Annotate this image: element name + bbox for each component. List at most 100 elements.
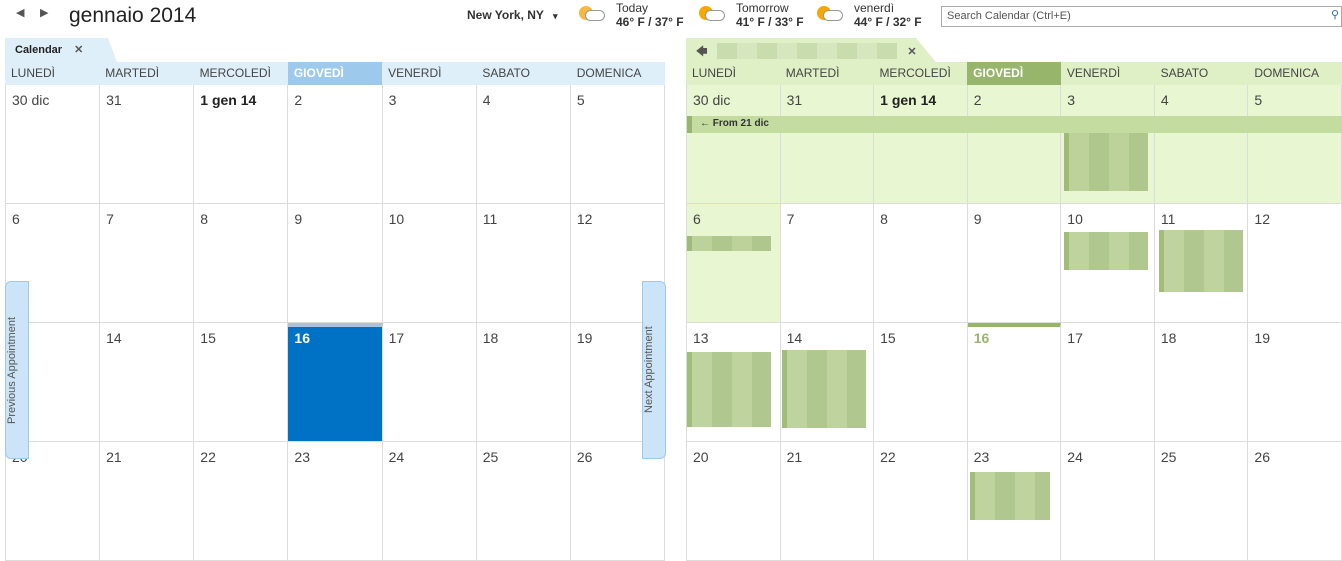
next-month-button[interactable]: ▶ [40, 6, 48, 19]
day-cell[interactable]: 9 [288, 204, 383, 323]
weather-2[interactable]: venerdì 44° F / 32° F [815, 0, 925, 32]
day-number: 26 [1254, 449, 1270, 465]
day-cell[interactable]: 8 [874, 204, 968, 323]
day-cell[interactable]: 17 [1061, 323, 1155, 442]
day-number: 19 [1254, 330, 1270, 346]
day-cell[interactable]: 31 [780, 85, 875, 204]
day-cell[interactable]: 21 [100, 442, 195, 561]
day-cell[interactable]: 30 dic [6, 85, 101, 204]
day-cell[interactable]: 7 [780, 204, 875, 323]
weekday-3: GIOVEDÌ [287, 62, 383, 85]
day-number: 18 [1160, 330, 1177, 346]
day-cell[interactable]: 12 [1248, 204, 1342, 323]
calendar-event[interactable] [687, 236, 771, 251]
search-icon[interactable]: ⚲ [1331, 8, 1339, 21]
day-cell[interactable]: 22 [874, 442, 968, 561]
day-cell[interactable]: 19 [1248, 323, 1342, 442]
day-cell[interactable]: 15 [874, 323, 968, 442]
calendar-event[interactable] [970, 472, 1050, 520]
previous-month-button[interactable]: ◀ [16, 6, 24, 19]
day-cell[interactable]: 4 [1154, 85, 1249, 204]
day-number: 6 [12, 211, 20, 227]
calendar-event[interactable] [1159, 230, 1243, 292]
day-cell[interactable]: 2 [967, 85, 1062, 204]
day-number: 3 [1067, 92, 1076, 108]
calendar-event[interactable] [687, 352, 771, 427]
day-number: 1 gen 14 [880, 92, 937, 108]
day-cell[interactable]: 4 [476, 85, 571, 204]
day-cell[interactable]: 31 [100, 85, 195, 204]
day-cell[interactable]: 25 [1154, 442, 1249, 561]
day-number: 14 [786, 330, 803, 346]
day-number: 25 [1160, 449, 1177, 465]
day-cell[interactable]: 11 [476, 204, 571, 323]
day-cell[interactable]: 15 [194, 323, 289, 442]
day-number: 31 [786, 92, 803, 108]
day-cell[interactable]: 25 [476, 442, 571, 561]
next-appointment-button[interactable]: Next Appointment [642, 281, 666, 459]
day-number: 16 [294, 330, 310, 346]
day-cell[interactable]: 23 [288, 442, 383, 561]
day-cell[interactable]: 9 [967, 204, 1062, 323]
banner-label: From 21 dic [712, 118, 769, 129]
calendar-event[interactable] [1064, 232, 1148, 270]
weekday-header: LUNEDÌ MARTEDÌ MERCOLEDÌ GIOVEDÌ VENERDÌ SABA… [686, 62, 1342, 85]
calendar-event[interactable] [782, 350, 866, 428]
day-cell[interactable]: 1 gen 14 [194, 85, 289, 204]
close-icon[interactable]: ✕ [907, 46, 916, 58]
day-cell[interactable]: 18 [1154, 323, 1249, 442]
close-icon[interactable]: ✕ [74, 44, 83, 56]
day-cell[interactable]: 3 [382, 85, 477, 204]
day-cell[interactable]: 24 [1061, 442, 1155, 561]
day-cell[interactable]: 26 [570, 442, 665, 561]
day-cell[interactable]: 5 [1248, 85, 1342, 204]
day-cell[interactable]: 16 [967, 323, 1062, 442]
day-cell[interactable]: 2 [288, 85, 383, 204]
weekday-header: LUNEDÌ MARTEDÌ MERCOLEDÌ GIOVEDÌ VENERDÌ SABA… [5, 62, 665, 85]
day-number: 20 [693, 449, 709, 465]
day-number: 4 [482, 92, 491, 108]
day-cell[interactable]: 20 [6, 442, 101, 561]
location-selector[interactable]: New York, NY ▾ [467, 8, 558, 22]
day-cell[interactable]: 16 [288, 323, 383, 442]
next-appointment-label: Next Appointment [643, 326, 655, 414]
tab-shared-calendar[interactable]: 🡄 ✕ [686, 38, 936, 62]
day-cell[interactable]: 5 [570, 85, 665, 204]
day-cell[interactable]: 14 [100, 323, 195, 442]
day-cell[interactable]: 20 [687, 442, 781, 561]
calendar-event[interactable] [1064, 133, 1148, 191]
day-number: 22 [200, 449, 216, 465]
day-cell[interactable]: 6 [687, 204, 781, 323]
day-cell[interactable]: 30 dic [687, 85, 781, 204]
day-number: 19 [576, 330, 593, 346]
weather-temps: 41° F / 33° F [736, 15, 804, 29]
arrow-left-icon[interactable]: 🡄 [696, 46, 707, 58]
day-number: 9 [294, 211, 303, 227]
day-cell[interactable]: 10 [382, 204, 477, 323]
day-cell[interactable]: 1 gen 14 [874, 85, 968, 204]
day-cell[interactable]: 18 [476, 323, 571, 442]
day-number: 25 [482, 449, 499, 465]
day-cell[interactable]: 22 [194, 442, 289, 561]
tab-calendar[interactable]: Calendar ✕ [5, 38, 117, 62]
day-cell[interactable]: 17 [382, 323, 477, 442]
weather-0[interactable]: Today 46° F / 37° F [577, 0, 687, 32]
sun-cloud-icon [697, 4, 727, 24]
day-cell[interactable]: 21 [780, 442, 875, 561]
previous-appointment-button[interactable]: Previous Appointment [5, 281, 29, 459]
tab-label: Calendar [15, 44, 63, 56]
day-number: 2 [973, 92, 982, 108]
day-cell[interactable]: 8 [194, 204, 289, 323]
day-cell[interactable]: 7 [100, 204, 195, 323]
weekday-4: VENERDÌ [388, 66, 442, 80]
weather-1[interactable]: Tomorrow 41° F / 33° F [697, 0, 807, 32]
sun-cloud-icon [815, 4, 845, 24]
day-cell[interactable]: 24 [382, 442, 477, 561]
multi-day-event-banner[interactable]: ← From 21 dic [687, 116, 1342, 133]
search-input[interactable]: Search Calendar (Ctrl+E) ⚲ [941, 6, 1342, 27]
day-number: 14 [106, 330, 122, 346]
day-cell[interactable]: 26 [1248, 442, 1342, 561]
weekday-2: MERCOLEDÌ [199, 66, 271, 80]
weekday-6: DOMENICA [1254, 66, 1319, 80]
day-number: 12 [576, 211, 593, 227]
